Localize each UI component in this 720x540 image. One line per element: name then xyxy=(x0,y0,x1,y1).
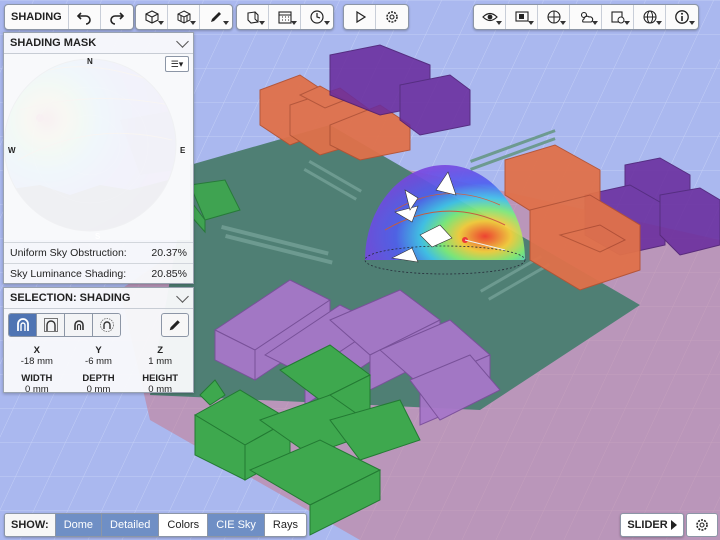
toolbar-right xyxy=(473,4,699,30)
undo-button[interactable] xyxy=(69,5,101,29)
list-menu-icon[interactable]: ☰▾ xyxy=(165,56,189,72)
calendar-icon xyxy=(277,11,292,24)
field-y-value: -6 mm xyxy=(85,356,112,367)
toolbar-create xyxy=(135,4,233,30)
redo-button[interactable] xyxy=(101,5,133,29)
shading-mask-chart-area: ☰▾ N E S W xyxy=(4,54,193,242)
toggle-cie-sky[interactable]: CIE Sky xyxy=(208,514,265,536)
slider-button[interactable]: SLIDER xyxy=(620,513,684,537)
redo-icon xyxy=(109,12,124,25)
cube-button[interactable] xyxy=(136,5,168,29)
sky-luminance-label: Sky Luminance Shading: xyxy=(10,268,127,280)
uniform-sky-label: Uniform Sky Obstruction: xyxy=(10,247,127,259)
field-z-value: 1 mm xyxy=(148,356,173,367)
cube-grid-icon xyxy=(177,10,190,24)
object-icon xyxy=(246,11,259,24)
field-y-label: Y xyxy=(95,345,102,356)
toolbar-playback xyxy=(343,4,409,30)
world-button[interactable] xyxy=(634,5,666,29)
field-height-label: HEIGHT xyxy=(142,373,179,384)
pencil-button[interactable] xyxy=(200,5,232,29)
clock-button[interactable] xyxy=(301,5,333,29)
field-width-value: 0 mm xyxy=(24,384,49,395)
gear-icon xyxy=(696,519,708,531)
show-label: SHOW: xyxy=(5,514,56,536)
selection-panel: SELECTION: SHADING X Y Z -18 mm -6 mm 1 xyxy=(3,287,194,395)
pencil-icon xyxy=(211,12,221,22)
cube-icon xyxy=(144,10,159,24)
calendar-button[interactable] xyxy=(269,5,301,29)
globe-grid-button[interactable] xyxy=(538,5,570,29)
play-icon xyxy=(355,10,366,24)
toggle-detailed[interactable]: Detailed xyxy=(102,514,160,536)
pencil-icon xyxy=(169,320,180,331)
uniform-sky-value: 20.37% xyxy=(151,247,187,259)
info-icon xyxy=(675,10,689,24)
view-settings-button[interactable] xyxy=(686,513,718,537)
toggle-colors[interactable]: Colors xyxy=(159,514,209,536)
field-z-label: Z xyxy=(157,345,164,356)
uniform-sky-row: Uniform Sky Obstruction: 20.37% xyxy=(4,242,193,263)
field-depth-value: 0 mm xyxy=(86,384,111,395)
eye-icon xyxy=(481,12,498,22)
toggle-rays[interactable]: Rays xyxy=(265,514,306,536)
clock-icon xyxy=(310,10,324,24)
settings-button[interactable] xyxy=(376,5,408,29)
world-icon xyxy=(642,10,657,24)
weather-icon xyxy=(580,11,593,23)
compass-n: N xyxy=(87,57,93,66)
compass-w: W xyxy=(8,146,16,155)
chevron-down-icon[interactable] xyxy=(176,34,189,48)
compass-e: E xyxy=(180,146,186,155)
magnet-rings-icon xyxy=(99,318,114,332)
shading-mask-header[interactable]: SHADING MASK xyxy=(4,33,193,54)
magnet-outline-icon xyxy=(43,318,58,332)
mode-label[interactable]: SHADING xyxy=(5,5,69,29)
date-icon xyxy=(610,11,624,24)
globe-grid-icon xyxy=(546,10,561,24)
shading-mask-panel: SHADING MASK ☰▾ N E S W Uniform Sky Obst… xyxy=(3,32,194,284)
gear-icon xyxy=(386,11,398,23)
info-button[interactable] xyxy=(666,5,698,29)
play-icon xyxy=(670,520,677,530)
object-button[interactable] xyxy=(237,5,269,29)
selection-header[interactable]: SELECTION: SHADING xyxy=(4,288,193,309)
compass-s: S xyxy=(95,232,101,241)
mode-magnet-rings[interactable] xyxy=(93,314,120,336)
field-x-label: X xyxy=(33,345,40,356)
toolbar-time xyxy=(236,4,334,30)
selection-fields: X Y Z -18 mm -6 mm 1 mm WIDTH DEPTH HEIG… xyxy=(4,341,193,397)
show-toggle-bar: SHOW: Dome Detailed Colors CIE Sky Rays xyxy=(4,513,307,537)
selection-title: SELECTION: SHADING xyxy=(10,292,131,304)
shading-mask-title: SHADING MASK xyxy=(10,37,97,49)
toggle-dome[interactable]: Dome xyxy=(55,514,103,536)
mode-magnet-small[interactable] xyxy=(65,314,93,336)
edit-button[interactable] xyxy=(161,313,189,337)
sky-luminance-row: Sky Luminance Shading: 20.85% xyxy=(4,263,193,284)
magnet-shape-icon xyxy=(16,318,29,331)
toolbar-left: SHADING xyxy=(4,4,134,30)
cube-grid-button[interactable] xyxy=(168,5,200,29)
field-width-label: WIDTH xyxy=(21,373,53,384)
selection-mode-group xyxy=(8,313,121,337)
layers-icon xyxy=(514,11,529,22)
field-x-value: -18 mm xyxy=(20,356,53,367)
layers-button[interactable] xyxy=(506,5,538,29)
selection-mode-row xyxy=(4,309,193,341)
field-depth-label: DEPTH xyxy=(82,373,115,384)
weather-button[interactable] xyxy=(570,5,602,29)
slider-label: SLIDER xyxy=(627,519,668,531)
play-button[interactable] xyxy=(344,5,376,29)
chevron-down-icon[interactable] xyxy=(176,289,189,303)
field-height-value: 0 mm xyxy=(148,384,173,395)
sky-luminance-value: 20.85% xyxy=(151,268,187,280)
date-button[interactable] xyxy=(602,5,634,29)
visibility-button[interactable] xyxy=(474,5,506,29)
mode-magnet-outline[interactable] xyxy=(37,314,65,336)
mode-magnet-shape[interactable] xyxy=(9,314,37,336)
magnet-small-icon xyxy=(73,320,84,330)
undo-icon xyxy=(77,12,92,25)
